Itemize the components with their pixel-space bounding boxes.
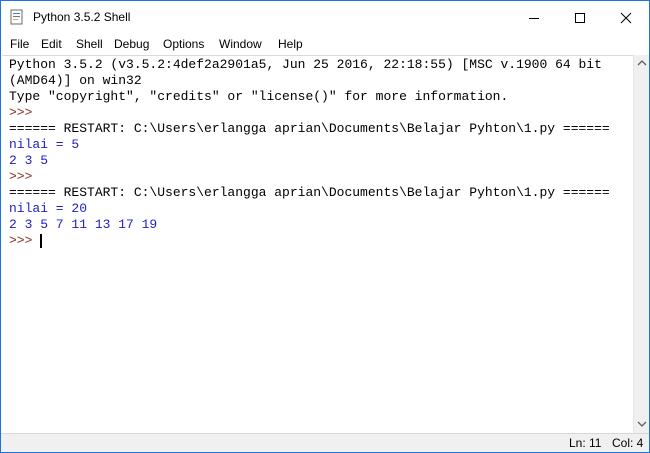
menu-options[interactable]: Options xyxy=(163,37,204,51)
status-bar: Ln: 11 Col: 4 xyxy=(1,433,649,452)
menu-file[interactable]: File xyxy=(10,37,29,51)
menu-shell[interactable]: Shell xyxy=(76,37,103,51)
menu-help[interactable]: Help xyxy=(278,37,303,51)
shell-output-line: nilai = 5 xyxy=(9,137,80,152)
restart-banner: ====== RESTART: C:\Users\erlangga aprian… xyxy=(9,121,610,136)
shell-output-line: 2 3 5 xyxy=(9,153,49,168)
title-bar[interactable]: Python 3.5.2 Shell xyxy=(1,1,649,34)
scroll-down-icon[interactable] xyxy=(637,420,647,428)
menu-debug[interactable]: Debug xyxy=(114,37,149,51)
shell-line: Type "copyright", "credits" or "license(… xyxy=(9,89,509,104)
column-number: Col: 4 xyxy=(612,436,644,450)
close-icon xyxy=(620,12,632,23)
menu-edit[interactable]: Edit xyxy=(41,37,62,51)
maximize-icon xyxy=(575,12,585,23)
shell-output-line: 2 3 5 7 11 13 17 19 xyxy=(9,217,158,232)
shell-line: Python 3.5.2 (v3.5.2:4def2a2901a5, Jun 2… xyxy=(9,57,602,72)
shell-prompt: >>> xyxy=(9,169,33,184)
line-number: Ln: 11 xyxy=(569,436,602,450)
shell-prompt: >>> xyxy=(9,105,33,120)
shell-text-area[interactable]: Python 3.5.2 (v3.5.2:4def2a2901a5, Jun 2… xyxy=(2,55,633,434)
shell-line: (AMD64)] on win32 xyxy=(9,73,142,88)
shell-prompt: >>> xyxy=(9,233,33,248)
restart-banner: ====== RESTART: C:\Users\erlangga aprian… xyxy=(9,185,610,200)
window-title: Python 3.5.2 Shell xyxy=(33,10,131,24)
menu-window[interactable]: Window xyxy=(219,37,262,51)
python-icon xyxy=(10,9,23,25)
minimize-button[interactable] xyxy=(511,1,557,34)
minimize-icon xyxy=(529,17,539,19)
vertical-scrollbar[interactable] xyxy=(633,55,649,433)
close-button[interactable] xyxy=(603,1,649,34)
menu-bar: File Edit Shell Debug Options Window Hel… xyxy=(1,34,649,54)
maximize-button[interactable] xyxy=(557,1,603,34)
scroll-up-icon[interactable] xyxy=(637,59,647,67)
shell-output-line: nilai = 20 xyxy=(9,201,88,216)
python-shell-window: Python 3.5.2 Shell File Edit Shell Debug… xyxy=(0,0,650,453)
text-cursor xyxy=(40,234,42,248)
